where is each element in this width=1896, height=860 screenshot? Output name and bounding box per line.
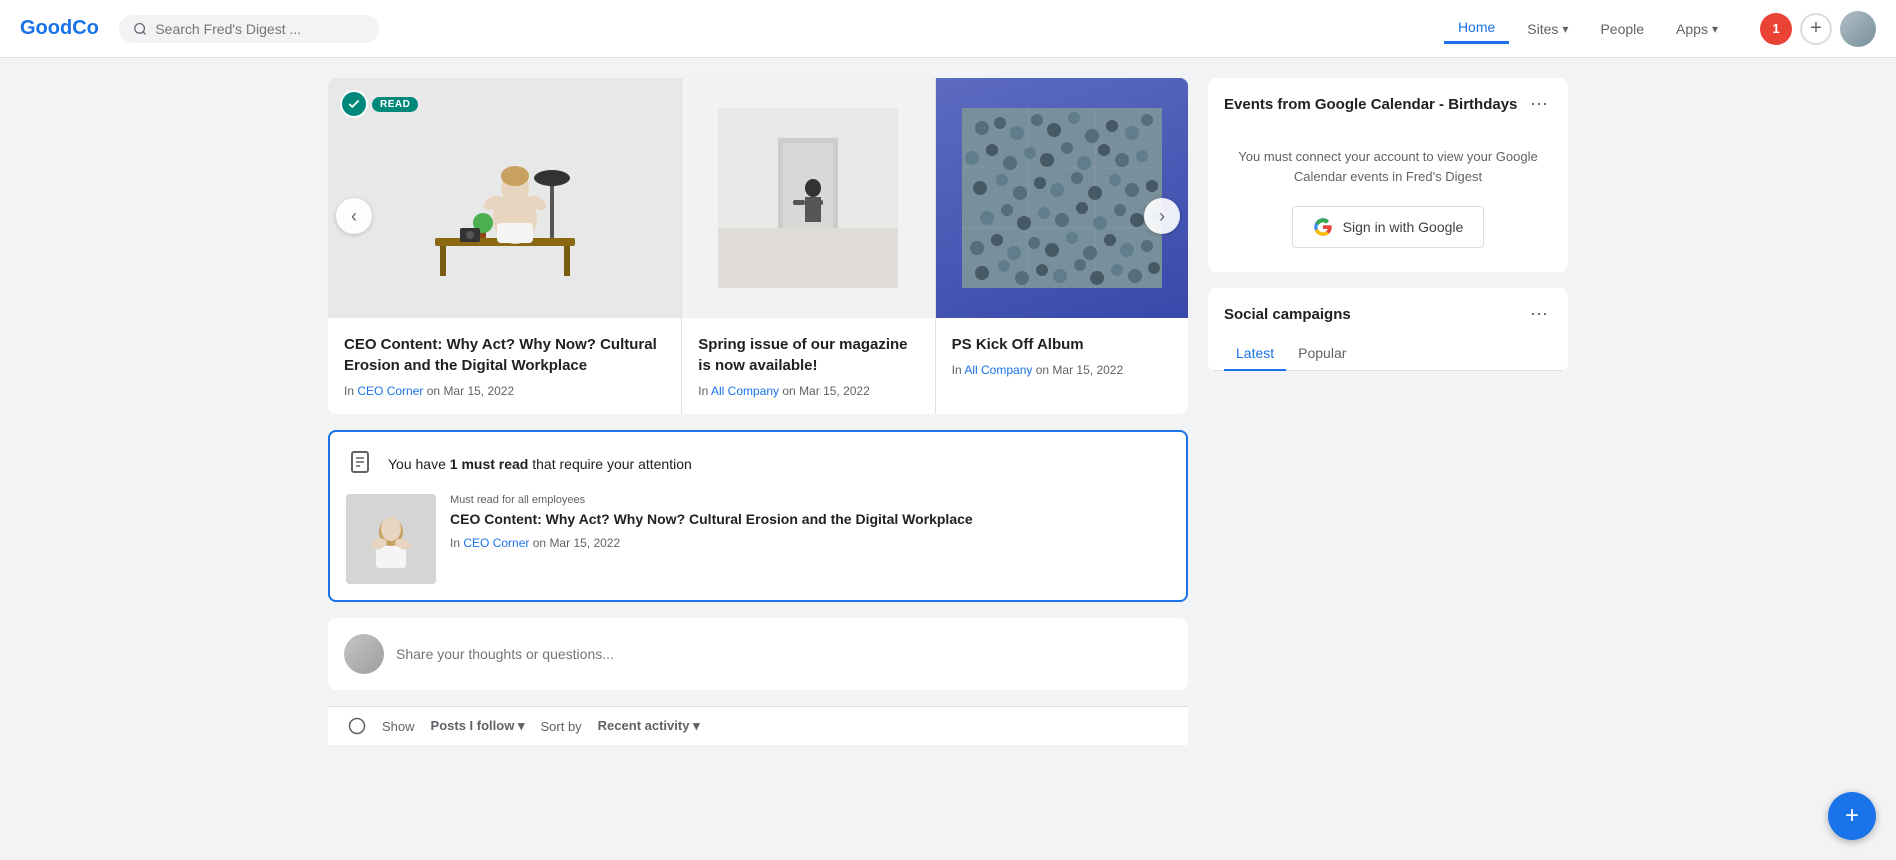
google-signin-label: Sign in with Google bbox=[1343, 219, 1464, 235]
carousel-slide-2[interactable]: Spring issue of our magazine is now avai… bbox=[682, 78, 934, 414]
chevron-down-icon-apps: ▾ bbox=[1712, 22, 1718, 36]
tab-popular[interactable]: Popular bbox=[1286, 337, 1358, 371]
nav-sites[interactable]: Sites ▾ bbox=[1513, 15, 1582, 43]
read-badge-label: READ bbox=[372, 97, 418, 112]
calendar-widget-body: You must connect your account to view yo… bbox=[1208, 127, 1568, 272]
thought-box bbox=[328, 618, 1188, 690]
chevron-sort-icon: ▾ bbox=[693, 718, 700, 733]
slide-2-image bbox=[682, 78, 934, 318]
carousel-slide-3[interactable]: PS Kick Off Album In All Company on Mar … bbox=[936, 78, 1188, 414]
nav-home[interactable]: Home bbox=[1444, 13, 1509, 44]
left-column: READ ‹ bbox=[328, 78, 1188, 745]
slide-3-title: PS Kick Off Album bbox=[952, 334, 1172, 355]
social-campaigns-more-button[interactable]: ⋯ bbox=[1526, 302, 1552, 327]
calendar-widget-title: Events from Google Calendar - Birthdays bbox=[1224, 96, 1517, 113]
slide-3-location-link[interactable]: All Company bbox=[964, 363, 1032, 377]
search-input[interactable] bbox=[155, 21, 365, 37]
carousel: READ ‹ bbox=[328, 78, 1188, 414]
nav-apps[interactable]: Apps ▾ bbox=[1662, 15, 1732, 43]
slide-3-meta: In All Company on Mar 15, 2022 bbox=[952, 363, 1172, 377]
calendar-widget-header: Events from Google Calendar - Birthdays … bbox=[1208, 78, 1568, 127]
must-read-banner: You have 1 must read that require your a… bbox=[328, 430, 1188, 602]
read-badge-wrapper: READ bbox=[340, 90, 418, 118]
article-thumbnail bbox=[346, 494, 436, 584]
main-layout: READ ‹ bbox=[308, 58, 1588, 765]
read-circle-icon bbox=[340, 90, 368, 118]
add-button[interactable]: + bbox=[1800, 13, 1832, 45]
fab-button[interactable]: + bbox=[1828, 792, 1876, 840]
main-nav: Home Sites ▾ People Apps ▾ bbox=[1444, 13, 1732, 44]
social-campaigns-widget: Social campaigns ⋯ Latest Popular bbox=[1208, 288, 1568, 371]
app-logo[interactable]: GoodCo bbox=[20, 17, 99, 40]
thought-input[interactable] bbox=[396, 646, 1172, 662]
show-label: Show bbox=[382, 719, 415, 734]
calendar-widget: Events from Google Calendar - Birthdays … bbox=[1208, 78, 1568, 272]
slide-2-meta: In All Company on Mar 15, 2022 bbox=[698, 384, 918, 398]
search-icon bbox=[133, 21, 147, 37]
google-g-icon bbox=[1313, 217, 1333, 237]
tab-latest[interactable]: Latest bbox=[1224, 337, 1286, 371]
sort-label: Sort by bbox=[540, 719, 581, 734]
must-read-title: You have 1 must read that require your a… bbox=[388, 456, 692, 472]
social-campaigns-header: Social campaigns ⋯ bbox=[1208, 288, 1568, 337]
chevron-down-icon: ▾ bbox=[1562, 22, 1568, 36]
doc-icon bbox=[346, 448, 378, 480]
right-column: Events from Google Calendar - Birthdays … bbox=[1208, 78, 1568, 745]
slide-2-location-link[interactable]: All Company bbox=[711, 384, 779, 398]
search-bar[interactable] bbox=[119, 15, 379, 43]
carousel-prev-button[interactable]: ‹ bbox=[336, 198, 372, 234]
carousel-slides: CEO Content: Why Act? Why Now? Cultural … bbox=[328, 78, 1188, 414]
sort-icon bbox=[348, 717, 366, 735]
sort-select[interactable]: Recent activity ▾ bbox=[598, 718, 700, 734]
posts-filter[interactable]: Posts I follow ▾ bbox=[431, 718, 525, 734]
desk-illustration bbox=[405, 108, 605, 288]
slide-1-location-link[interactable]: CEO Corner bbox=[357, 384, 423, 398]
carousel-next-button[interactable]: › bbox=[1144, 198, 1180, 234]
slide-2-title: Spring issue of our magazine is now avai… bbox=[698, 334, 918, 376]
article-tag: Must read for all employees bbox=[450, 494, 1170, 506]
article-location-link[interactable]: CEO Corner bbox=[463, 536, 529, 550]
calendar-more-button[interactable]: ⋯ bbox=[1526, 92, 1552, 117]
slide-2-info: Spring issue of our magazine is now avai… bbox=[682, 318, 934, 414]
calendar-connect-text: You must connect your account to view yo… bbox=[1224, 147, 1552, 186]
social-campaigns-title: Social campaigns bbox=[1224, 306, 1351, 323]
carousel-slide-1[interactable]: CEO Content: Why Act? Why Now? Cultural … bbox=[328, 78, 681, 414]
header: GoodCo Home Sites ▾ People Apps ▾ 1 + bbox=[0, 0, 1896, 58]
bottom-bar: Show Posts I follow ▾ Sort by Recent act… bbox=[328, 706, 1188, 745]
google-signin-button[interactable]: Sign in with Google bbox=[1292, 206, 1485, 248]
nav-people[interactable]: People bbox=[1586, 15, 1658, 43]
header-actions: 1 + bbox=[1760, 11, 1876, 47]
slide-1-info: CEO Content: Why Act? Why Now? Cultural … bbox=[328, 318, 681, 414]
crowd-illustration bbox=[962, 108, 1162, 288]
article-meta: In CEO Corner on Mar 15, 2022 bbox=[450, 536, 1170, 550]
must-read-article: Must read for all employees CEO Content:… bbox=[346, 494, 1170, 584]
slide-1-meta: In CEO Corner on Mar 15, 2022 bbox=[344, 384, 665, 398]
must-read-header: You have 1 must read that require your a… bbox=[346, 448, 1170, 480]
slide-3-image bbox=[936, 78, 1188, 318]
slide-3-info: PS Kick Off Album In All Company on Mar … bbox=[936, 318, 1188, 393]
slide-1-title: CEO Content: Why Act? Why Now? Cultural … bbox=[344, 334, 665, 376]
notification-badge[interactable]: 1 bbox=[1760, 13, 1792, 45]
chevron-posts-icon: ▾ bbox=[518, 718, 525, 733]
article-info: Must read for all employees CEO Content:… bbox=[450, 494, 1170, 550]
gallery-illustration bbox=[718, 108, 898, 288]
article-title: CEO Content: Why Act? Why Now? Cultural … bbox=[450, 510, 1170, 530]
social-campaigns-tabs: Latest Popular bbox=[1208, 337, 1568, 371]
avatar[interactable] bbox=[1840, 11, 1876, 47]
user-avatar bbox=[344, 634, 384, 674]
avatar-image bbox=[1840, 11, 1876, 47]
